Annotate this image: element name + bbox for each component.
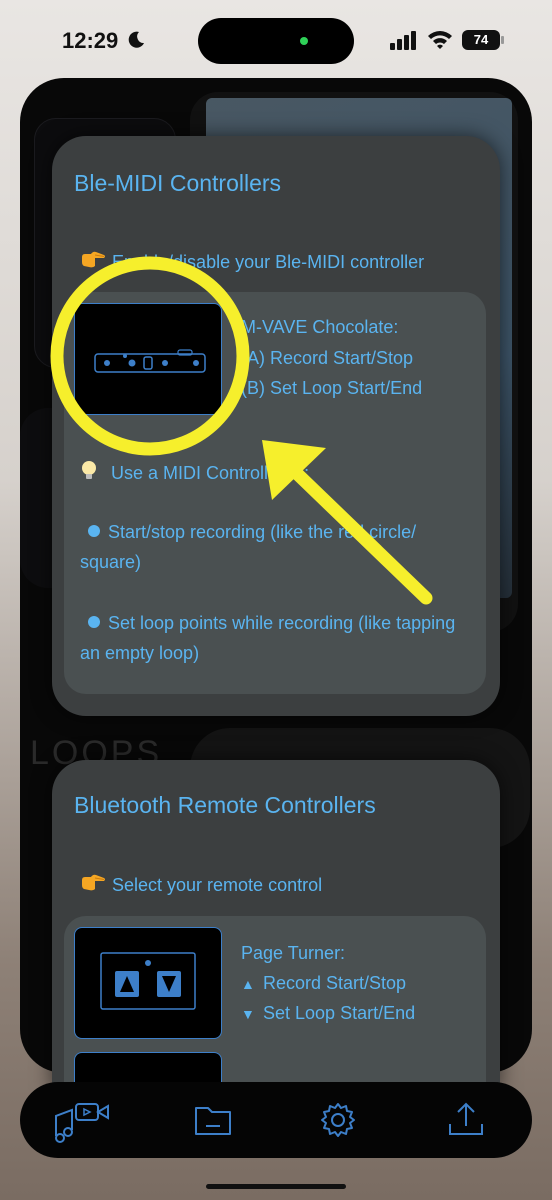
controller-name: Page Turner: bbox=[241, 943, 346, 963]
action-text: Set Loop Start/End bbox=[263, 1003, 416, 1023]
battery-tip bbox=[501, 36, 504, 44]
bluetooth-hint-text: Select your remote control bbox=[112, 875, 323, 895]
tab-share[interactable] bbox=[442, 1096, 490, 1144]
pointing-hand-icon bbox=[80, 250, 106, 273]
controller-action-a: (A) Record Start/Stop bbox=[241, 348, 414, 368]
ble-midi-panel: Ble-MIDI Controllers Enable/disable your… bbox=[52, 136, 500, 716]
panel-title: Ble-MIDI Controllers bbox=[74, 170, 282, 196]
gear-icon bbox=[321, 1103, 355, 1137]
page-turner-card[interactable]: Page Turner: ▲ Record Start/Stop ▼ Set Loo… bbox=[64, 916, 486, 1090]
tab-media[interactable] bbox=[52, 1096, 109, 1144]
list-item: Start/stop recording (like the red circl… bbox=[80, 517, 470, 577]
wifi-icon bbox=[428, 31, 452, 49]
bullet-text: Start/stop recording (like the red circl… bbox=[80, 522, 417, 572]
action-text: Record Start/Stop bbox=[263, 973, 407, 993]
ble-hint: Enable/disable your Ble-MIDI controller bbox=[80, 250, 424, 273]
cellular-signal-icon bbox=[390, 31, 416, 50]
clock: 12:29 bbox=[62, 28, 119, 53]
bluetooth-hint: Select your remote control bbox=[80, 873, 322, 896]
ble-hint-text: Enable/disable your Ble-MIDI controller bbox=[112, 252, 425, 272]
lightbulb-icon bbox=[80, 461, 111, 483]
pointing-hand-icon bbox=[80, 873, 106, 896]
panel-title: Bluetooth Remote Controllers bbox=[74, 792, 376, 818]
share-icon bbox=[449, 1102, 483, 1135]
camera-indicator bbox=[300, 37, 308, 45]
bullet-dot bbox=[88, 525, 100, 537]
controller-action-b: ▼ Set Loop Start/End bbox=[241, 1003, 415, 1024]
bluetooth-remote-panel: Bluetooth Remote Controllers Select your… bbox=[52, 760, 500, 1090]
music-video-icon bbox=[55, 1103, 109, 1143]
home-indicator[interactable] bbox=[206, 1184, 346, 1189]
mvave-chocolate-image bbox=[74, 303, 222, 415]
tab-bar bbox=[20, 1082, 532, 1158]
page-turner-image bbox=[74, 927, 222, 1039]
controller-action-b: (B) Set Loop Start/End bbox=[241, 378, 423, 398]
midi-tip: Use a MIDI Controller to: bbox=[80, 460, 309, 484]
moon-icon bbox=[128, 31, 144, 48]
ble-controller-card[interactable]: M-VAVE Chocolate: (A) Record Start/Stop … bbox=[64, 292, 486, 694]
down-triangle-icon: ▼ bbox=[241, 1006, 255, 1022]
tab-settings[interactable] bbox=[314, 1096, 362, 1144]
bullet-dot bbox=[88, 616, 100, 628]
midi-tip-text: Use a MIDI Controller to: bbox=[111, 463, 310, 483]
bullet-text: Set loop points while recording (like ta… bbox=[80, 613, 456, 663]
up-triangle-icon: ▲ bbox=[241, 976, 255, 992]
list-item: Set loop points while recording (like ta… bbox=[80, 608, 470, 668]
folder-icon bbox=[195, 1107, 231, 1135]
status-bar: 12:29 74 bbox=[0, 0, 552, 80]
tab-files[interactable] bbox=[190, 1096, 238, 1144]
controller-action-a: ▲ Record Start/Stop bbox=[241, 973, 406, 994]
controller-name: M-VAVE Chocolate: bbox=[241, 317, 399, 337]
dynamic-island bbox=[198, 18, 354, 64]
battery-indicator: 74 bbox=[462, 30, 500, 50]
